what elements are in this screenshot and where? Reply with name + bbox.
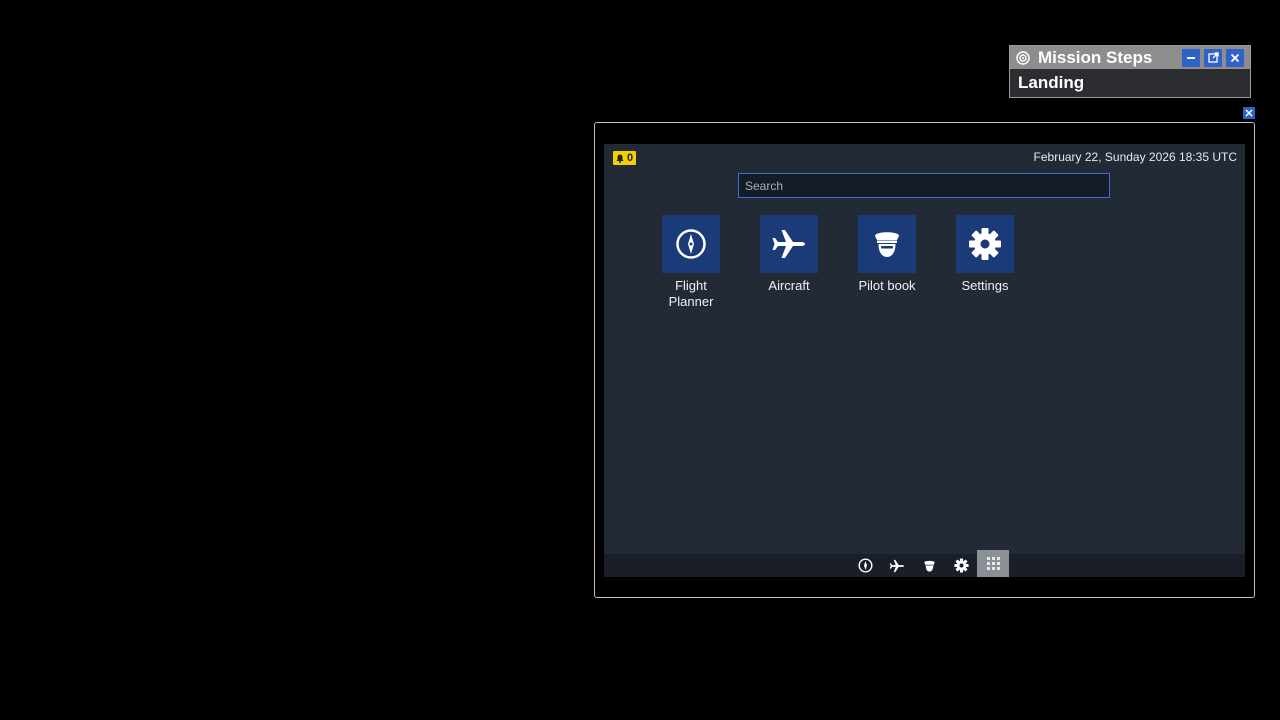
app-flight-planner[interactable]: Flight Planner (642, 215, 740, 310)
mission-steps-panel: Mission Steps Landing (1009, 45, 1251, 98)
popout-button[interactable] (1204, 48, 1222, 67)
compass-icon (857, 558, 873, 573)
app-label: Pilot book (858, 278, 916, 293)
pilot-icon (875, 232, 899, 257)
notification-count: 0 (627, 152, 634, 164)
taskbar-pilot-book[interactable] (913, 554, 945, 577)
pilot-icon (923, 560, 935, 572)
app-label: Aircraft (768, 278, 810, 293)
tablet-close-button[interactable] (1243, 107, 1255, 119)
app-label: Settings (961, 278, 1009, 293)
close-icon (1230, 53, 1240, 62)
grid-icon (986, 557, 1000, 570)
app-grid: Flight Planner Aircraft Pilot book Setti… (642, 215, 1034, 310)
notification-badge[interactable]: 0 (613, 151, 637, 165)
efb-screen: 0 February 22, Sunday 2026 18:35 UTC Fli… (604, 144, 1245, 577)
taskbar-icons (849, 550, 1009, 577)
app-pilot-book[interactable]: Pilot book (838, 215, 936, 310)
target-icon (1016, 50, 1030, 65)
app-settings[interactable]: Settings (936, 215, 1034, 310)
mission-steps-header[interactable]: Mission Steps (1010, 46, 1250, 69)
close-icon (1245, 109, 1253, 117)
app-label: Flight Planner (668, 278, 714, 309)
bell-icon (616, 154, 624, 163)
mission-steps-title: Mission Steps (1038, 47, 1153, 67)
app-tile (858, 215, 916, 273)
taskbar-app-grid[interactable] (977, 550, 1009, 577)
efb-tablet-frame: 0 February 22, Sunday 2026 18:35 UTC Fli… (594, 122, 1255, 598)
airplane-icon (889, 559, 904, 572)
search-input[interactable] (738, 173, 1110, 198)
gear-icon (969, 228, 1001, 260)
external-window-icon (1207, 52, 1219, 63)
minimize-icon (1187, 56, 1195, 59)
mission-step-current: Landing (1010, 69, 1250, 97)
app-tile (760, 215, 818, 273)
compass-icon (676, 229, 706, 259)
airplane-icon (772, 230, 805, 258)
gear-icon (953, 558, 969, 573)
app-tile (956, 215, 1014, 273)
taskbar-aircraft[interactable] (881, 554, 913, 577)
datetime-display: February 22, Sunday 2026 18:35 UTC (1033, 150, 1237, 164)
app-tile (662, 215, 720, 273)
taskbar-settings[interactable] (945, 554, 977, 577)
app-aircraft[interactable]: Aircraft (740, 215, 838, 310)
minimize-button[interactable] (1182, 48, 1200, 67)
taskbar (604, 550, 1245, 577)
taskbar-flight-planner[interactable] (849, 554, 881, 577)
close-button[interactable] (1226, 48, 1244, 67)
